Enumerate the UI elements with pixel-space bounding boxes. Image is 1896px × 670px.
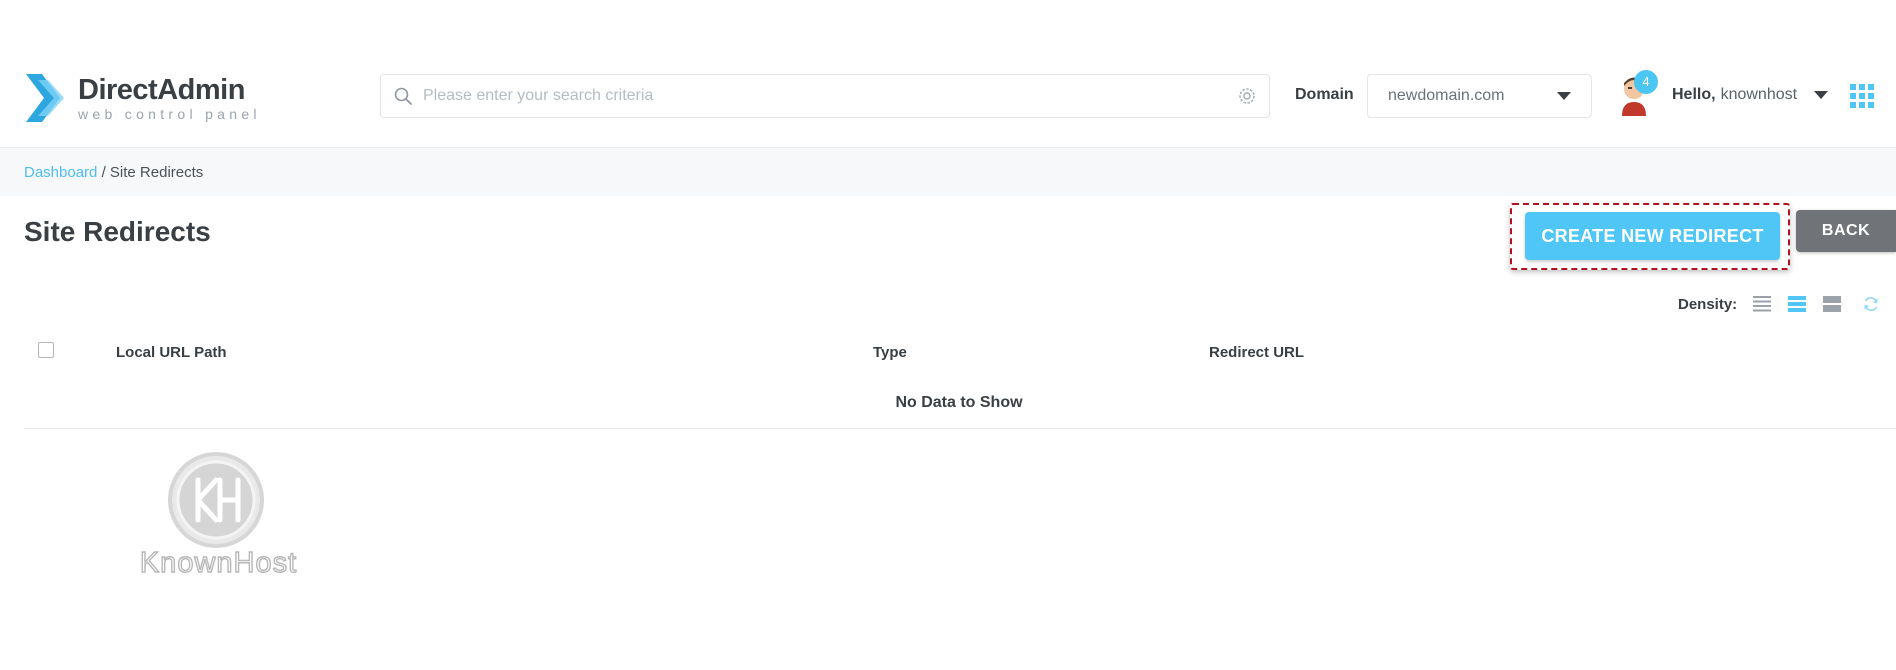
density-controls: Density:	[1678, 294, 1880, 314]
create-new-redirect-button[interactable]: CREATE NEW REDIRECT	[1525, 212, 1780, 260]
search-icon	[394, 87, 412, 105]
breadcrumb: Dashboard / Site Redirects	[24, 164, 203, 181]
table-divider	[24, 428, 1896, 429]
refresh-icon[interactable]	[1862, 295, 1880, 313]
breadcrumb-separator: /	[101, 164, 106, 181]
domain-select[interactable]: newdomain.com	[1367, 74, 1592, 118]
directadmin-logo[interactable]: DirectAdmin web control panel	[24, 70, 261, 126]
empty-state-text: No Data to Show	[895, 394, 1023, 411]
select-all-checkbox[interactable]	[38, 342, 54, 358]
user-menu[interactable]: Hello, knownhost	[1672, 86, 1829, 104]
brand-title: DirectAdmin	[78, 73, 245, 106]
watermark-text: KnownHost	[139, 546, 298, 579]
column-redirect-url[interactable]: Redirect URL	[1209, 344, 1304, 361]
density-comfortable-icon[interactable]	[1821, 294, 1843, 314]
density-compact-icon[interactable]	[1751, 294, 1773, 314]
breadcrumb-dashboard-link[interactable]: Dashboard	[24, 164, 97, 181]
user-greeting: Hello,	[1672, 86, 1716, 103]
user-name: knownhost	[1720, 86, 1798, 103]
domain-value: newdomain.com	[1388, 87, 1505, 104]
table-header: Local URL Path Type Redirect URL	[24, 338, 1896, 368]
directadmin-logo-icon	[26, 74, 64, 122]
column-type[interactable]: Type	[873, 344, 907, 361]
redirects-table: Local URL Path Type Redirect URL No Data…	[24, 338, 1896, 429]
brand-subtitle: web control panel	[78, 105, 261, 122]
breadcrumb-bar: Dashboard / Site Redirects	[0, 147, 1896, 196]
top-header: DirectAdmin web control panel Domain new…	[0, 50, 1896, 146]
page-title: Site Redirects	[24, 216, 211, 247]
column-local-url-path[interactable]: Local URL Path	[116, 344, 227, 361]
density-normal-icon[interactable]	[1786, 294, 1808, 314]
gear-icon[interactable]	[1237, 86, 1257, 106]
notification-badge[interactable]: 4	[1634, 70, 1658, 94]
breadcrumb-current: Site Redirects	[109, 164, 204, 181]
chevron-down-icon	[1557, 92, 1571, 100]
apps-grid-icon[interactable]	[1850, 84, 1874, 108]
back-button[interactable]: BACK	[1796, 210, 1896, 252]
density-label: Density:	[1678, 295, 1738, 313]
chevron-down-icon	[1814, 91, 1829, 99]
search-input[interactable]	[421, 75, 1237, 117]
domain-label: Domain	[1295, 86, 1354, 103]
search-box[interactable]	[380, 74, 1270, 118]
